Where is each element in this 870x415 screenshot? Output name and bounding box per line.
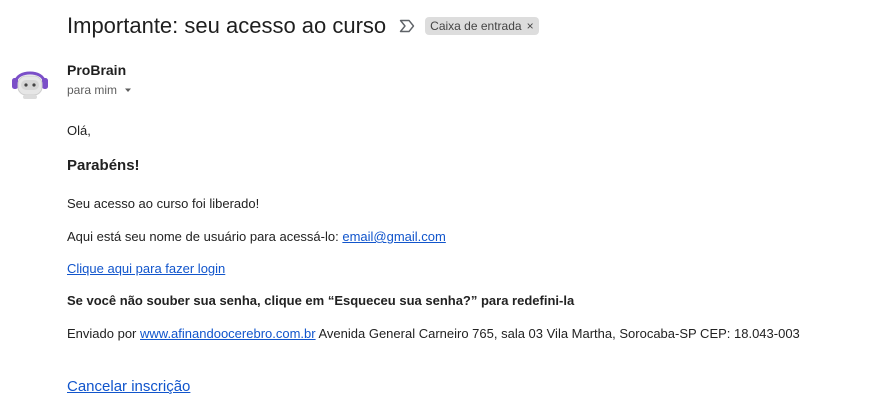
importance-marker-icon[interactable]: [399, 19, 415, 33]
subject-row: Importante: seu acesso ao curso Caixa de…: [67, 12, 539, 40]
sender-name[interactable]: ProBrain: [67, 62, 126, 78]
sent-by-prefix: Enviado por: [67, 326, 140, 341]
username-row: Aqui está seu nome de usuário para acess…: [67, 229, 446, 244]
email-subject: Importante: seu acesso ao curso: [67, 13, 387, 38]
caret-down-icon[interactable]: [123, 85, 133, 95]
inbox-label-text: Caixa de entrada: [430, 19, 522, 33]
password-note: Se você não souber sua senha, clique em …: [67, 293, 575, 308]
email-view: Importante: seu acesso ao curso Caixa de…: [0, 0, 870, 415]
congrats-heading: Parabéns!: [67, 157, 140, 174]
recipient-row[interactable]: para mim: [67, 83, 133, 97]
username-email-link[interactable]: email@gmail.com: [342, 229, 446, 244]
username-label: Aqui está seu nome de usuário para acess…: [67, 229, 343, 244]
sender-address: Avenida General Carneiro 765, sala 03 Vi…: [315, 326, 800, 341]
login-link[interactable]: Clique aqui para fazer login: [67, 261, 225, 276]
unsubscribe-row: Cancelar inscrição: [67, 378, 190, 395]
access-released-text: Seu acesso ao curso foi liberado!: [67, 196, 260, 211]
website-link[interactable]: www.afinandoocerebro.com.br: [140, 326, 316, 341]
unsubscribe-link[interactable]: Cancelar inscrição: [67, 378, 190, 395]
sent-by-row: Enviado por www.afinandoocerebro.com.br …: [67, 326, 800, 341]
remove-label-icon[interactable]: ×: [527, 20, 534, 32]
login-row: Clique aqui para fazer login: [67, 261, 225, 276]
robot-avatar-icon: [12, 71, 48, 99]
inbox-label-chip: Caixa de entrada ×: [425, 17, 539, 35]
recipient-text: para mim: [67, 83, 118, 97]
sender-avatar[interactable]: [10, 64, 50, 100]
greeting-text: Olá,: [67, 123, 91, 138]
